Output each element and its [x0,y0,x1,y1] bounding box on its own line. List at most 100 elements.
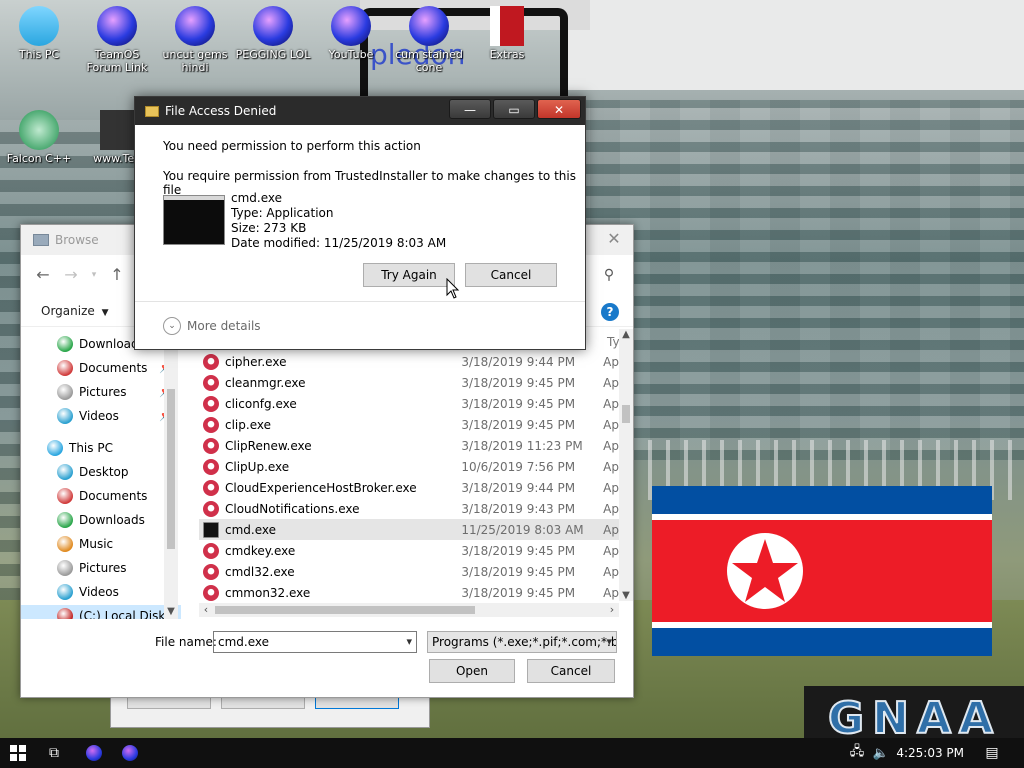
file-row[interactable]: cmdl32.exe 3/18/2019 9:45 PM Ap [199,561,619,582]
cancel-button[interactable]: Cancel [527,659,615,683]
desktop-icon[interactable]: cum stained cone [390,6,468,74]
desktop-icon-label: Extras [489,48,525,61]
nav-item[interactable]: (C:) Local Disk [21,605,181,619]
orb-icon[interactable] [78,738,110,768]
network-icon[interactable]: 🖧 [846,738,868,768]
nav-item[interactable]: Documents📌 [21,357,181,379]
maximize-icon[interactable]: ▭ [493,99,535,119]
nav-item-label: This PC [69,441,113,455]
denied-title: File Access Denied [165,104,277,118]
nav-item[interactable]: Downloads [21,509,181,531]
file-row[interactable]: cleanmgr.exe 3/18/2019 9:45 PM Ap [199,372,619,393]
nav-item[interactable]: This PC [21,437,181,459]
file-type-filter-select[interactable]: Programs (*.exe;*.pif;*.com;*.ba ▾ [427,631,617,653]
notification-icon[interactable]: ▤ [978,738,1006,768]
file-date-cell: 3/18/2019 9:44 PM [461,480,576,495]
file-row[interactable]: clip.exe 3/18/2019 9:45 PM Ap [199,414,619,435]
scrollbar-thumb[interactable] [215,606,475,614]
organize-menu[interactable]: Organize ▼ [41,304,109,318]
exe-icon [203,353,219,370]
start-icon[interactable] [0,738,36,768]
chevron-down-icon: ▼ [101,308,109,318]
file-row[interactable]: cmmon32.exe 3/18/2019 9:45 PM Ap [199,582,619,603]
file-date-cell: 3/18/2019 9:43 PM [461,501,576,516]
file-size: Size: 273 KB [231,221,307,235]
desktop-icon-label: PEGGING LOL [235,48,311,61]
denied-title-bar[interactable]: File Access Denied — ▭ ✕ [135,97,585,125]
file-row[interactable]: CloudNotifications.exe 3/18/2019 9:43 PM A… [199,498,619,519]
navigation-scrollbar[interactable]: ▼ [164,329,178,619]
scrollbar-thumb[interactable] [167,389,175,549]
file-type-cell: Ap [603,354,619,369]
file-name-cell: cmd.exe [225,522,277,537]
file-row[interactable]: cmd.exe 11/25/2019 8:03 AM Ap [199,519,619,540]
file-type-cell: Ap [603,480,619,495]
nav-item[interactable]: Videos [21,581,181,603]
volume-icon[interactable]: 🔈 [870,738,892,768]
file-list-horizontal-scrollbar[interactable]: ‹ › [199,603,619,617]
file-name-input[interactable]: cmd.exe ▾ [213,631,417,653]
up-arrow-icon[interactable]: ↑ [105,263,129,287]
nav-item[interactable]: Videos📌 [21,405,181,427]
desktop-icon[interactable]: YouTube [312,6,390,61]
file-row[interactable]: cmdkey.exe 3/18/2019 9:45 PM Ap [199,540,619,561]
scroll-right-icon[interactable]: › [605,603,619,617]
archive-icon [490,6,524,46]
browse-title: Browse [55,233,99,247]
desktop-icon[interactable]: Falcon C++ [0,110,78,165]
desktop-icon[interactable]: Extras [468,6,546,61]
desktop-icon [57,464,73,480]
recent-chevron-icon[interactable]: ▾ [87,263,101,287]
file-row[interactable]: cipher.exe 3/18/2019 9:44 PM Ap [199,351,619,372]
taskbar-clock[interactable]: 4:25:03 PM [896,746,964,760]
downloads-icon [57,512,73,528]
try-again-button[interactable]: Try Again [363,263,455,287]
nav-item[interactable]: Pictures [21,557,181,579]
file-date-cell: 3/18/2019 9:45 PM [461,396,576,411]
nav-item[interactable]: Pictures📌 [21,381,181,403]
file-row[interactable]: ClipRenew.exe 3/18/2019 11:23 PM Ap [199,435,619,456]
videos-icon [57,584,73,600]
orb-icon [409,6,449,46]
more-details-toggle[interactable]: ⌄ More details [163,317,261,335]
help-icon[interactable]: ? [601,303,619,321]
file-row[interactable]: cliconfg.exe 3/18/2019 9:45 PM Ap [199,393,619,414]
forward-arrow-icon[interactable]: → [59,263,83,287]
desktop-icon[interactable]: TeamOS Forum Link [78,6,156,74]
file-list-vertical-scrollbar[interactable]: ▲ ▼ [619,329,633,601]
close-icon[interactable]: ✕ [603,230,625,248]
file-name-label: File name: [155,635,217,649]
desktop-icon[interactable]: This PC [0,6,78,61]
scroll-up-icon[interactable]: ▲ [619,329,633,340]
exe-icon [203,374,219,391]
file-row[interactable]: CloudExperienceHostBroker.exe 3/18/2019 9… [199,477,619,498]
orb-icon[interactable] [114,738,146,768]
scroll-left-icon[interactable]: ‹ [199,603,213,617]
scrollbar-thumb[interactable] [622,405,630,423]
task-view-icon[interactable]: ⧉ [38,738,70,768]
file-name-cell: cmmon32.exe [225,585,311,600]
chevron-down-icon[interactable]: ▾ [606,634,612,650]
minimize-icon[interactable]: — [449,99,491,119]
desktop-icon[interactable]: PEGGING LOL [234,6,312,61]
file-name: cmd.exe [231,191,283,205]
column-header-type[interactable]: Ty [607,335,620,349]
nav-item[interactable]: Desktop [21,461,181,483]
back-arrow-icon[interactable]: ← [31,263,55,287]
close-icon[interactable]: ✕ [537,99,581,119]
open-button[interactable]: Open [429,659,515,683]
chevron-down-icon: ⌄ [163,317,181,335]
nav-item[interactable]: Music [21,533,181,555]
nav-item-label: Documents [79,489,148,503]
chevron-down-icon[interactable]: ▾ [406,634,412,650]
scroll-down-icon[interactable]: ▼ [164,606,178,617]
permission-message: You need permission to perform this acti… [163,139,421,153]
scroll-down-icon[interactable]: ▼ [619,590,633,601]
desktop-icon-label: YouTube [328,48,374,61]
file-row[interactable]: ClipUp.exe 10/6/2019 7:56 PM Ap [199,456,619,477]
search-icon[interactable]: ⚲ [597,263,621,287]
desktop-icon[interactable]: uncut gems hindi [156,6,234,74]
documents-icon [57,488,73,504]
cancel-button[interactable]: Cancel [465,263,557,287]
nav-item[interactable]: Documents [21,485,181,507]
